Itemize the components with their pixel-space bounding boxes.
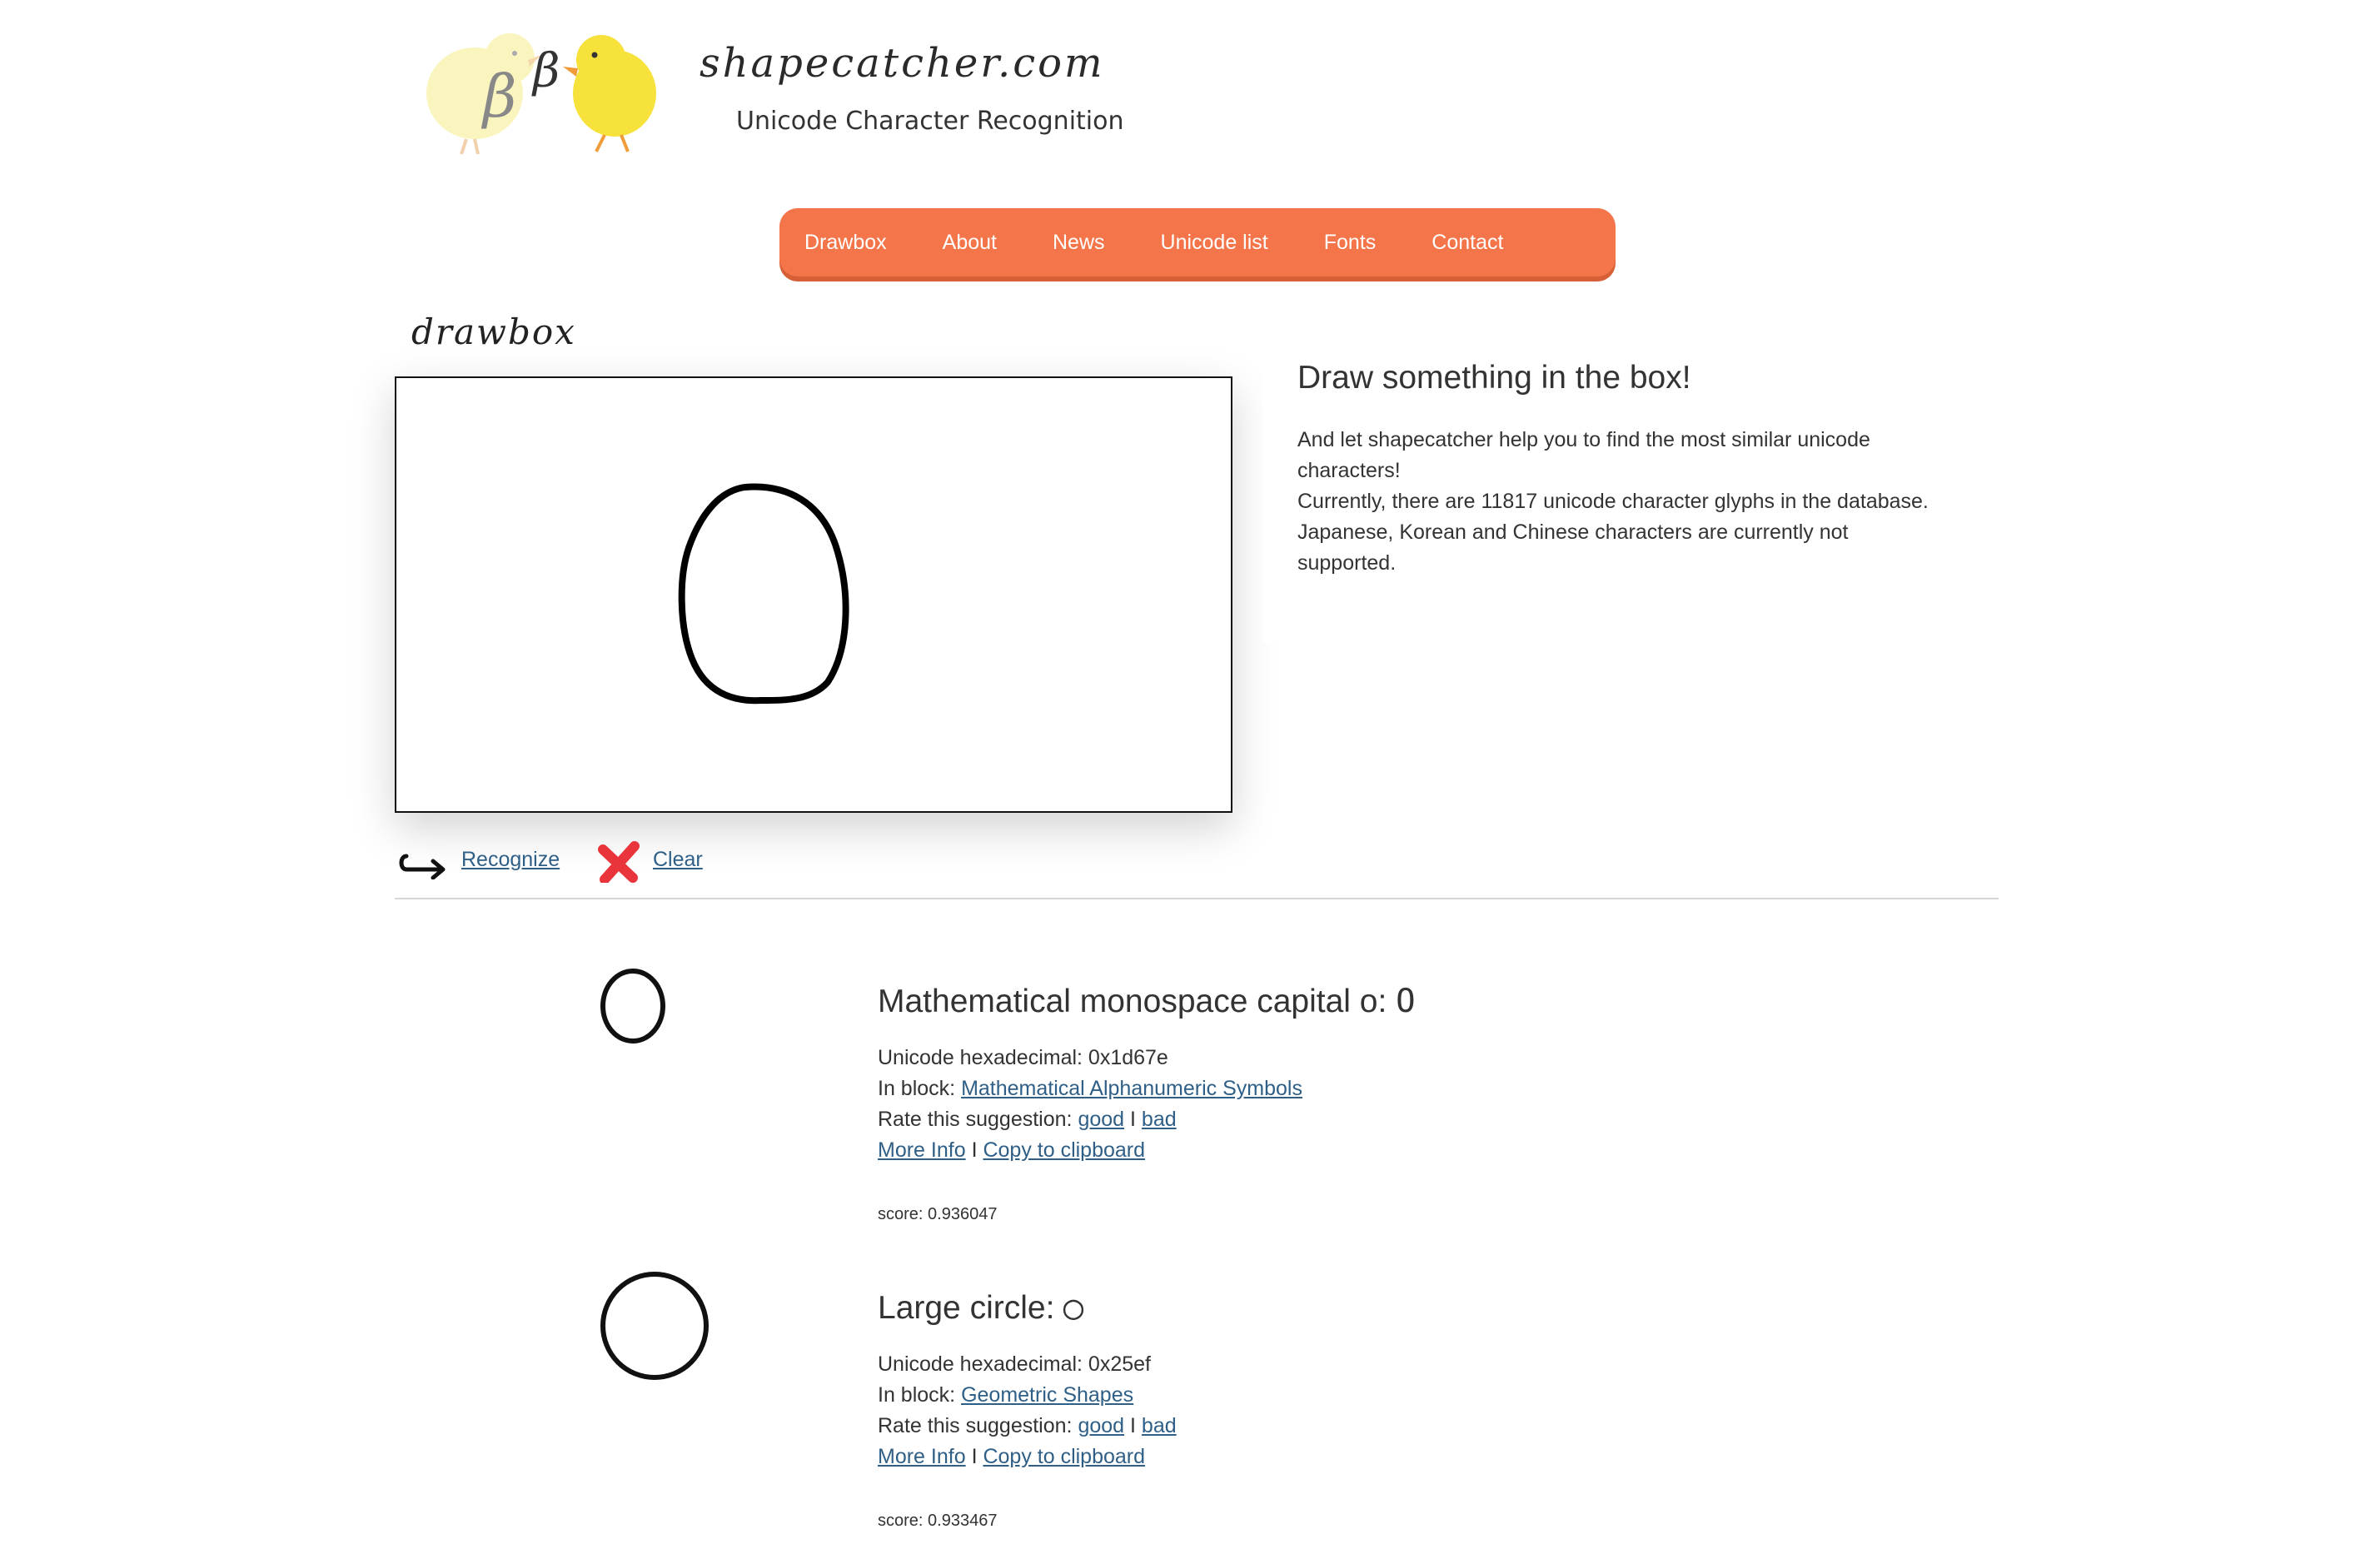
result-glyph: 𝙾 [1396, 983, 1416, 1020]
nav-item-drawbox[interactable]: Drawbox [804, 231, 887, 255]
recognize-arrow-icon[interactable] [398, 848, 450, 879]
result-block: In block: Mathematical Alphanumeric Symb… [878, 1077, 1302, 1101]
result-actions: More Info I Copy to clipboard [878, 1445, 1145, 1469]
info-line: Japanese, Korean and Chinese characters … [1297, 520, 1849, 544]
separator: I [971, 1138, 978, 1162]
block-label: In block: [878, 1077, 956, 1100]
block-label: In block: [878, 1383, 956, 1407]
page: β β shapecatcher.com Unicode Character R… [0, 0, 2380, 1559]
rate-good-link[interactable]: good [1078, 1414, 1124, 1437]
drawbox-title: drawbox [411, 311, 576, 352]
divider [395, 898, 1999, 899]
separator: I [1130, 1414, 1136, 1437]
block-link[interactable]: Geometric Shapes [961, 1383, 1133, 1407]
info-text: And let shapecatcher help you to find th… [1297, 425, 1989, 579]
result-hex: Unicode hexadecimal: 0x1d67e [878, 1046, 1168, 1069]
logo-chicks-icon: β β [426, 33, 656, 155]
rate-label: Rate this suggestion: [878, 1414, 1073, 1437]
result-title: Large circle: ◯ [878, 1289, 1083, 1327]
nav-item-contact[interactable]: Contact [1431, 231, 1503, 255]
rate-label: Rate this suggestion: [878, 1108, 1073, 1131]
result-block: In block: Geometric Shapes [878, 1383, 1133, 1407]
rate-bad-link[interactable]: bad [1142, 1414, 1177, 1437]
result-glyph: ◯ [1063, 1289, 1083, 1327]
clear-link[interactable]: Clear [653, 848, 703, 872]
site-name[interactable]: shapecatcher.com [700, 40, 1105, 87]
more-info-link[interactable]: More Info [878, 1138, 966, 1162]
copy-clipboard-link[interactable]: Copy to clipboard [983, 1138, 1145, 1162]
info-line: supported. [1297, 551, 1397, 575]
result-hex: Unicode hexadecimal: 0x25ef [878, 1352, 1151, 1376]
logo-letter: β [480, 62, 516, 131]
drawing-canvas[interactable] [395, 376, 1232, 813]
result-name: Mathematical monospace capital o [878, 984, 1378, 1019]
separator: I [1130, 1108, 1136, 1131]
result-score: score: 0.933467 [878, 1512, 998, 1530]
copy-clipboard-link[interactable]: Copy to clipboard [983, 1445, 1145, 1468]
result-title: Mathematical monospace capital o: 𝙾 [878, 983, 1416, 1020]
rate-bad-link[interactable]: bad [1142, 1108, 1177, 1131]
info-heading: Draw something in the box! [1297, 360, 1691, 396]
result-name: Large circle [878, 1290, 1046, 1326]
info-line: characters! [1297, 459, 1401, 482]
result-score: score: 0.936047 [878, 1205, 998, 1223]
info-line: And let shapecatcher help you to find th… [1297, 428, 1870, 451]
rate-good-link[interactable]: good [1078, 1108, 1124, 1131]
separator: I [971, 1445, 978, 1468]
result-rating: Rate this suggestion: good I bad [878, 1108, 1177, 1132]
result-thumbnail-icon [600, 1272, 709, 1380]
nav-item-about[interactable]: About [943, 231, 997, 255]
info-panel: Draw something in the box! And let shape… [1262, 360, 1995, 643]
site-tagline: Unicode Character Recognition [736, 107, 1124, 136]
info-line: Currently, there are 11817 unicode chara… [1297, 490, 1929, 513]
result-rating: Rate this suggestion: good I bad [878, 1414, 1177, 1438]
result-actions: More Info I Copy to clipboard [878, 1138, 1145, 1163]
nav-item-unicode-list[interactable]: Unicode list [1161, 231, 1268, 255]
main-nav: Drawbox About News Unicode list Fonts Co… [779, 208, 1616, 276]
nav-item-news[interactable]: News [1053, 231, 1105, 255]
logo-letter: β [531, 44, 560, 98]
drawn-stroke [678, 483, 849, 705]
recognize-link[interactable]: Recognize [461, 848, 560, 872]
clear-x-icon[interactable] [598, 841, 640, 883]
more-info-link[interactable]: More Info [878, 1445, 966, 1468]
result-thumbnail-icon [600, 969, 665, 1043]
block-link[interactable]: Mathematical Alphanumeric Symbols [961, 1077, 1302, 1100]
nav-item-fonts[interactable]: Fonts [1324, 231, 1377, 255]
